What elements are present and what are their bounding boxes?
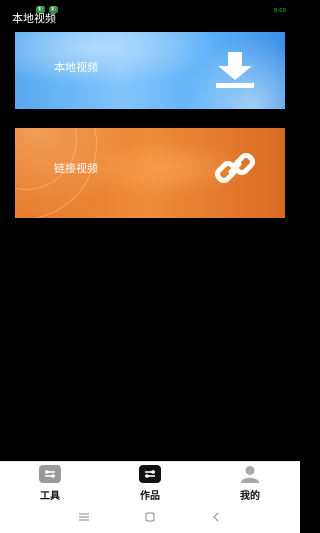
status-text: 8:00 (273, 8, 286, 14)
badge-2: ◧ (49, 6, 58, 13)
works-icon (139, 465, 161, 483)
back-icon[interactable] (209, 510, 223, 524)
home-icon[interactable] (143, 510, 157, 524)
menu-icon[interactable] (77, 510, 91, 524)
link-video-label: 链接视频 (54, 162, 98, 175)
tools-icon (39, 465, 61, 483)
local-video-card[interactable]: 本地视频 (15, 32, 285, 109)
nav-item-tools[interactable]: 工具 (0, 462, 100, 502)
user-icon (239, 465, 261, 483)
link-video-card[interactable]: 链接视频 (15, 128, 285, 218)
nav-label-mine: 我的 (240, 491, 260, 502)
nav-item-mine[interactable]: 我的 (200, 462, 300, 502)
system-nav-bar (0, 501, 300, 533)
nav-item-works[interactable]: 作品 (100, 462, 200, 502)
link-icon (214, 152, 256, 184)
download-icon (216, 52, 254, 88)
bottom-nav: 工具 作品 我的 (0, 461, 300, 502)
badge-1: ◧ (36, 6, 45, 13)
local-video-label: 本地视频 (54, 61, 98, 74)
nav-label-works: 作品 (140, 491, 160, 502)
nav-label-tools: 工具 (40, 491, 60, 502)
